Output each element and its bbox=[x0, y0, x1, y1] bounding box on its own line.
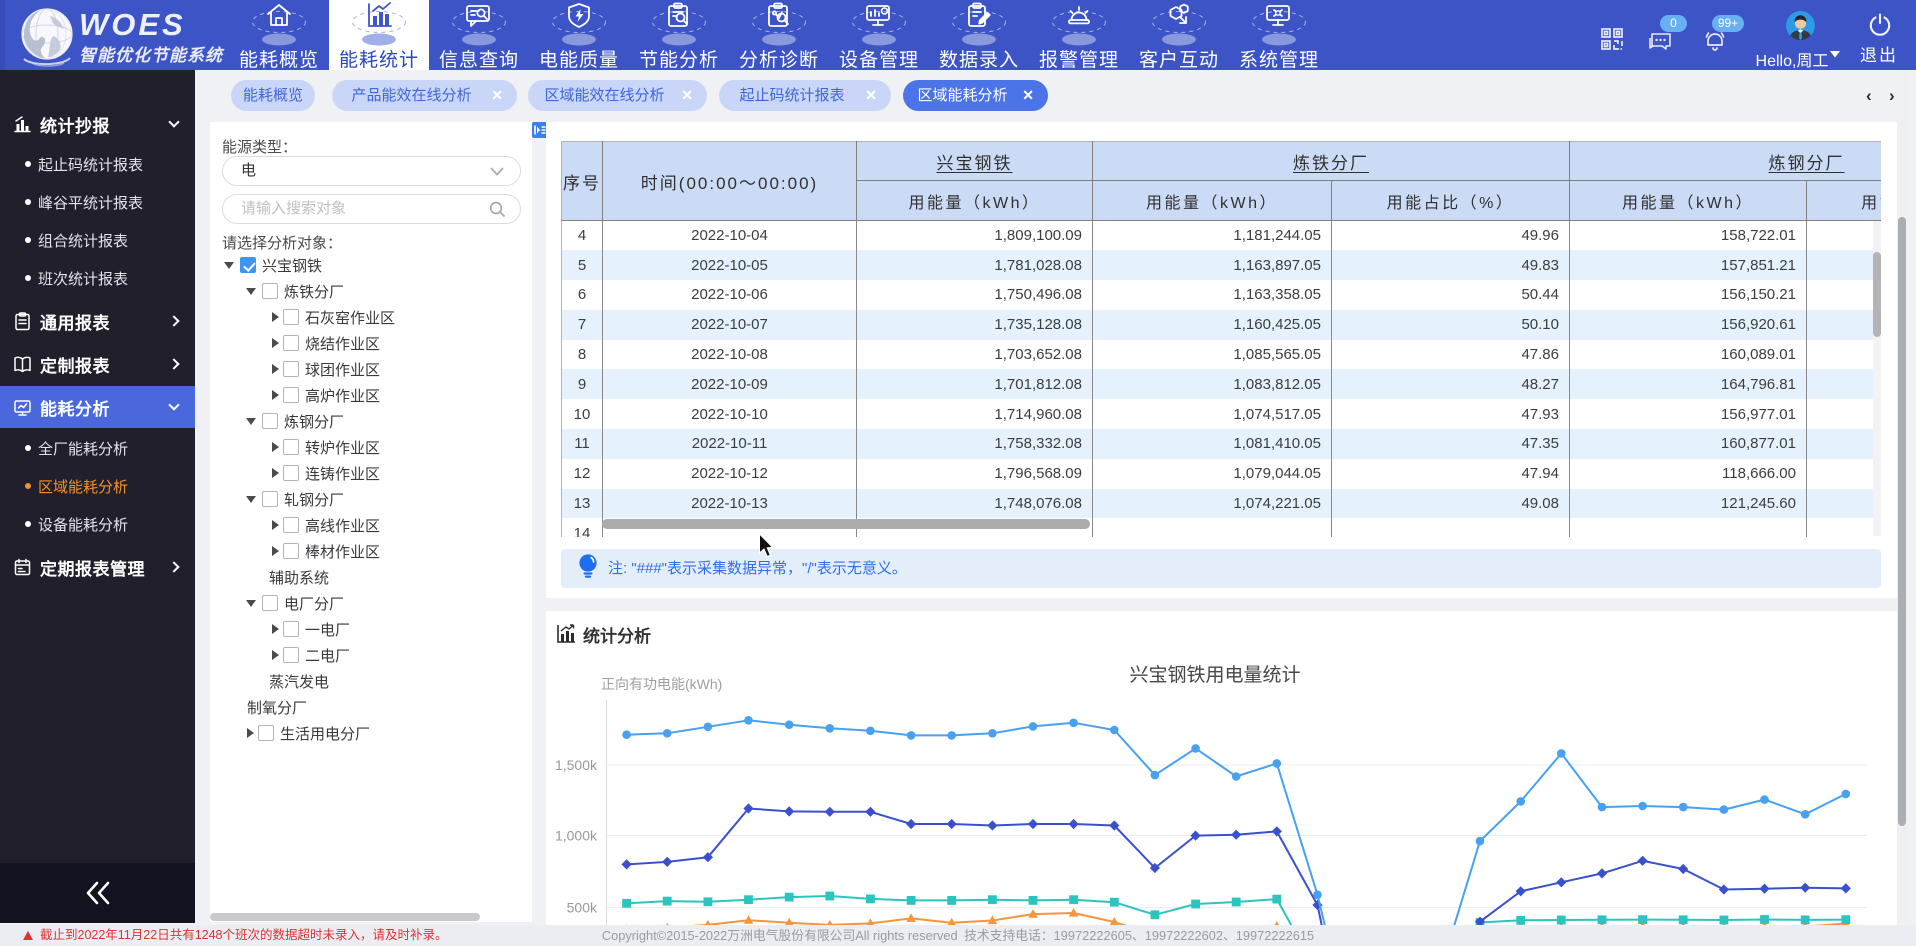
svg-text:1,000k: 1,000k bbox=[555, 828, 598, 844]
svg-text:1,500k: 1,500k bbox=[555, 757, 598, 773]
svg-text:兴宝钢铁用电量统计: 兴宝钢铁用电量统计 bbox=[1129, 664, 1300, 686]
svg-text:正向有功电能(kWh): 正向有功电能(kWh) bbox=[601, 676, 722, 692]
svg-text:500k: 500k bbox=[567, 900, 598, 916]
